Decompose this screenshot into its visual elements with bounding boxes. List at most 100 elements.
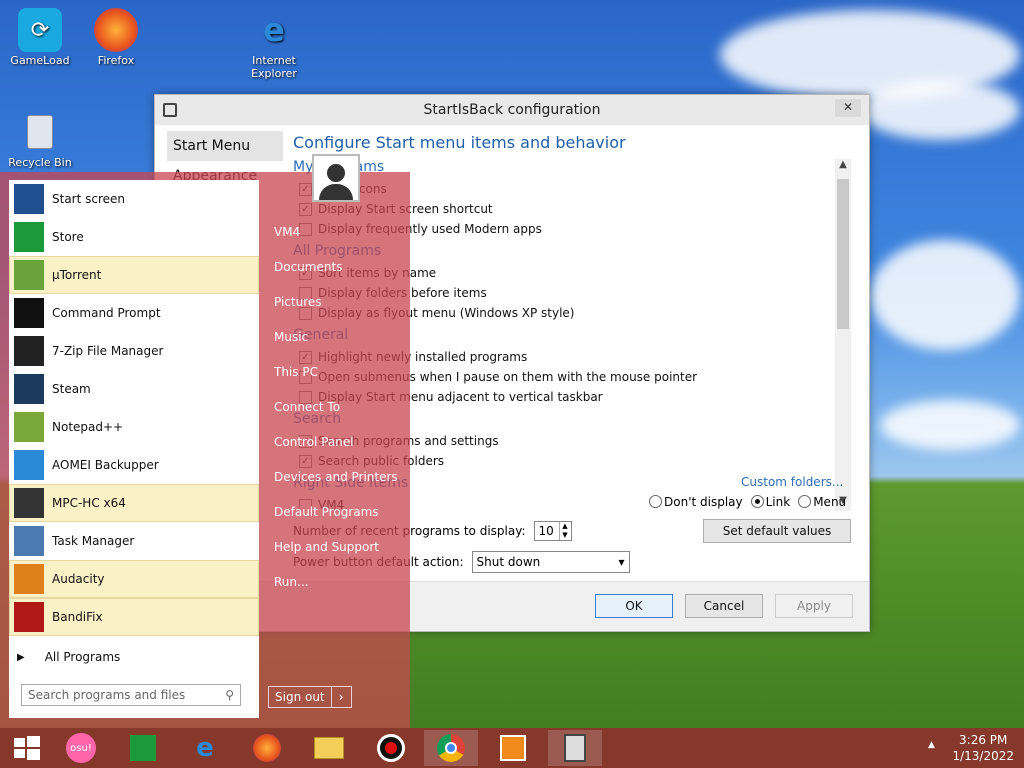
start-menu-app-item[interactable]: MPC-HC x64	[9, 484, 259, 522]
windows-logo-icon	[14, 736, 40, 760]
start-menu-place-item[interactable]: Pictures	[274, 292, 404, 327]
avatar-head-icon	[327, 164, 345, 182]
app-label: Audacity	[52, 572, 105, 586]
shutdown-options-chevron-icon[interactable]: ›	[330, 687, 351, 707]
taskbar-ie[interactable]: e	[178, 730, 232, 766]
ok-button[interactable]: OK	[595, 594, 673, 618]
clock-time: 3:26 PM	[959, 733, 1008, 747]
recent-programs-stepper[interactable]: 10 ▲ ▼	[533, 521, 572, 541]
radio-indicator	[798, 495, 812, 508]
cloud	[880, 400, 1020, 450]
internet-explorer-icon: e	[263, 11, 285, 49]
start-menu-place-item[interactable]: VM4	[274, 222, 404, 257]
scroll-up-icon[interactable]: ▲	[835, 159, 851, 175]
start-screen-icon	[14, 184, 44, 214]
taskbar-media-player[interactable]	[486, 730, 540, 766]
start-menu-place-item[interactable]: Control Panel	[274, 432, 404, 467]
window-title: StartIsBack configuration	[423, 102, 601, 118]
sign-out-button[interactable]: Sign out ›	[268, 686, 352, 708]
store-icon	[14, 222, 44, 252]
taskbar-firefox[interactable]	[240, 730, 294, 766]
start-menu-app-item[interactable]: Steam	[9, 370, 259, 408]
start-menu-app-item[interactable]: 7-Zip File Manager	[9, 332, 259, 370]
app-label: Notepad++	[52, 420, 124, 434]
taskbar-explorer[interactable]	[302, 730, 356, 766]
app-label: 7-Zip File Manager	[52, 344, 164, 358]
gameload-icon: ⟳	[18, 8, 62, 52]
system-clock[interactable]: 3:26 PM 1/13/2022	[952, 732, 1014, 764]
start-menu-programs-pane: Start screen Store µTorrent Command Prompt 7…	[9, 180, 259, 718]
radio-indicator	[750, 495, 764, 508]
start-menu-place-item[interactable]: Documents	[274, 257, 404, 292]
start-button[interactable]	[0, 730, 54, 766]
scroll-thumb[interactable]	[837, 179, 849, 329]
start-menu-app-item[interactable]: Command Prompt	[9, 294, 259, 332]
tray-overflow-icon[interactable]: ▲	[928, 740, 935, 750]
aomei-icon	[14, 450, 44, 480]
all-programs-button[interactable]: ▶ All Programs	[17, 650, 120, 664]
radio-dont-display[interactable]: Don't display	[649, 495, 743, 509]
start-menu-place-item[interactable]: Devices and Printers	[274, 467, 404, 502]
firefox-icon	[253, 734, 281, 762]
start-menu-place-item[interactable]: Run...	[274, 572, 404, 607]
radio-menu[interactable]: Menu	[798, 495, 846, 509]
app-label: Command Prompt	[52, 306, 161, 320]
nav-start-menu[interactable]: Start Menu	[167, 131, 283, 161]
cloud	[870, 240, 1020, 350]
desktop-icon-label: GameLoad	[10, 54, 70, 67]
utorrent-icon	[14, 260, 44, 290]
start-menu-app-item[interactable]: Audacity	[9, 560, 259, 598]
app-label: AOMEI Backupper	[52, 458, 159, 472]
start-menu-app-item[interactable]: AOMEI Backupper	[9, 446, 259, 484]
close-button[interactable]: ✕	[835, 99, 861, 117]
cmd-icon	[14, 298, 44, 328]
app-label: Start screen	[52, 192, 126, 206]
custom-folders-link[interactable]: Custom folders...	[741, 475, 843, 489]
radio-label: Don't display	[664, 495, 743, 509]
all-programs-label: All Programs	[44, 650, 121, 664]
start-menu-app-item[interactable]: Start screen	[9, 180, 259, 218]
start-menu-place-item[interactable]: Default Programs	[274, 502, 404, 537]
app-label: Task Manager	[52, 534, 135, 548]
start-search-input[interactable]: Search programs and files ⚲	[21, 684, 241, 706]
start-menu-app-item[interactable]: Store	[9, 218, 259, 256]
set-default-values-button[interactable]: Set default values	[703, 519, 851, 543]
start-menu-app-item[interactable]: Notepad++	[9, 408, 259, 446]
avatar-body-icon	[319, 184, 353, 200]
app-label: Store	[52, 230, 84, 244]
start-menu-app-item[interactable]: Task Manager	[9, 522, 259, 560]
start-menu-app-item[interactable]: µTorrent	[9, 256, 259, 294]
cancel-button[interactable]: Cancel	[685, 594, 763, 618]
sign-out-label: Sign out	[275, 690, 325, 704]
start-menu-place-item[interactable]: Help and Support	[274, 537, 404, 572]
app-label: BandiFix	[52, 610, 103, 624]
desktop-icon-firefox[interactable]: Firefox	[78, 8, 154, 67]
desktop-icon-gameload[interactable]: ⟳ GameLoad	[2, 8, 78, 67]
firefox-icon	[94, 8, 138, 52]
taskbar-startisback[interactable]	[548, 730, 602, 766]
app-label: Steam	[52, 382, 91, 396]
user-avatar[interactable]	[312, 154, 360, 202]
taskbar-chrome[interactable]	[424, 730, 478, 766]
search-placeholder: Search programs and files	[28, 688, 186, 702]
vm4-display-radios: Don't display Link Menu	[649, 495, 846, 509]
radio-link[interactable]: Link	[750, 495, 790, 509]
start-menu-place-item[interactable]: Music	[274, 327, 404, 362]
window-titlebar[interactable]: StartIsBack configuration ✕	[155, 95, 869, 125]
taskbar-store[interactable]	[116, 730, 170, 766]
desktop-icon-label: Firefox	[97, 54, 135, 67]
power-action-select[interactable]: Shut down ▾	[471, 551, 630, 573]
taskbar-osu[interactable]: osu!	[54, 730, 108, 766]
7zip-icon	[14, 336, 44, 366]
start-menu-place-item[interactable]: This PC	[274, 362, 404, 397]
desktop-icon-label: Internet Explorer	[251, 54, 297, 80]
taskbar-bandicam[interactable]	[364, 730, 418, 766]
app-label: MPC-HC x64	[52, 496, 126, 510]
stepper-arrows-icon[interactable]: ▲ ▼	[558, 522, 571, 540]
desktop-icon-recycle-bin[interactable]: Recycle Bin	[2, 110, 78, 169]
options-scrollbar[interactable]: ▲ ▼	[835, 159, 851, 511]
start-menu-place-item[interactable]: Connect To	[274, 397, 404, 432]
apply-button[interactable]: Apply	[775, 594, 853, 618]
start-menu-app-item[interactable]: BandiFix	[9, 598, 259, 636]
desktop-icon-ie[interactable]: e Internet Explorer	[236, 8, 312, 80]
